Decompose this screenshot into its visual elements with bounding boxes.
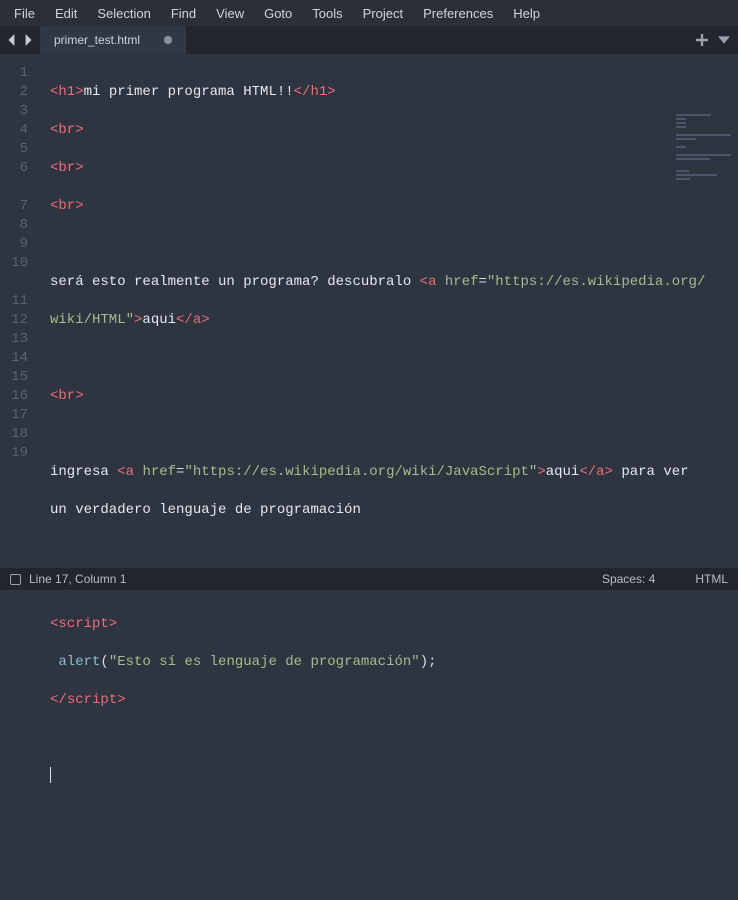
- menu-project[interactable]: Project: [355, 3, 411, 24]
- line-number: 4: [0, 121, 38, 140]
- code-token: href: [142, 464, 176, 480]
- code-token: aqui: [546, 464, 580, 480]
- line-number: [0, 273, 38, 292]
- status-bar: Line 17, Column 1 Spaces: 4 HTML: [0, 568, 738, 590]
- line-number: 5: [0, 140, 38, 159]
- code-token: =: [479, 274, 487, 290]
- code-token: "Esto sí es lenguaje de programación": [109, 654, 420, 670]
- code-token: <br>: [50, 198, 84, 214]
- line-number: 9: [0, 235, 38, 254]
- code-token: <a: [420, 274, 445, 290]
- code-content[interactable]: <h1>mi primer programa HTML!!</h1> <br> …: [38, 54, 738, 568]
- line-number: 6: [0, 159, 38, 178]
- history-forward-icon[interactable]: [22, 34, 34, 46]
- status-language[interactable]: HTML: [695, 572, 728, 586]
- menu-bar: File Edit Selection Find View Goto Tools…: [0, 0, 738, 26]
- code-token: para ver: [613, 464, 689, 480]
- code-token: </h1>: [294, 84, 336, 100]
- menu-edit[interactable]: Edit: [47, 3, 85, 24]
- minimap[interactable]: [676, 114, 734, 224]
- editor-area[interactable]: 1 2 3 4 5 6 7 8 9 10 11 12 13 14 15 16 1…: [0, 54, 738, 568]
- dirty-indicator-icon: [164, 36, 172, 44]
- code-token: (: [100, 654, 108, 670]
- status-cursor-position[interactable]: Line 17, Column 1: [29, 572, 126, 586]
- menu-tools[interactable]: Tools: [304, 3, 350, 24]
- menu-selection[interactable]: Selection: [89, 3, 158, 24]
- code-token: >: [537, 464, 545, 480]
- code-token: mi primer programa HTML!!: [84, 84, 294, 100]
- history-back-icon[interactable]: [6, 34, 18, 46]
- code-token: aqui: [142, 312, 176, 328]
- tab-filename: primer_test.html: [54, 33, 140, 47]
- menu-preferences[interactable]: Preferences: [415, 3, 501, 24]
- code-token: <br>: [50, 122, 84, 138]
- code-token: un verdadero lenguaje de programación: [50, 502, 361, 518]
- line-number: 15: [0, 368, 38, 387]
- menu-goto[interactable]: Goto: [256, 3, 300, 24]
- line-number: 14: [0, 349, 38, 368]
- file-tab[interactable]: primer_test.html: [40, 26, 186, 54]
- line-number: 3: [0, 102, 38, 121]
- code-token: </: [50, 692, 67, 708]
- code-token: [50, 654, 58, 670]
- line-number: 10: [0, 254, 38, 273]
- code-token: <h1>: [50, 84, 84, 100]
- line-number: 12: [0, 311, 38, 330]
- line-number: 17: [0, 406, 38, 425]
- code-token: );: [420, 654, 437, 670]
- line-number: 7: [0, 197, 38, 216]
- code-token: será esto realmente un programa? descubr…: [50, 274, 420, 290]
- line-number: 11: [0, 292, 38, 311]
- menu-help[interactable]: Help: [505, 3, 548, 24]
- line-number: 2: [0, 83, 38, 102]
- new-tab-icon[interactable]: [696, 34, 708, 46]
- panel-toggle-icon[interactable]: [10, 574, 21, 585]
- line-number: 16: [0, 387, 38, 406]
- code-token: href: [445, 274, 479, 290]
- line-number: [0, 178, 38, 197]
- code-token: script: [67, 692, 117, 708]
- line-number: 8: [0, 216, 38, 235]
- code-token: "https://es.wikipedia.org/wiki/JavaScrip…: [184, 464, 537, 480]
- tab-dropdown-icon[interactable]: [718, 34, 730, 46]
- line-number: 19: [0, 444, 38, 463]
- code-token: <br>: [50, 160, 84, 176]
- line-number: 18: [0, 425, 38, 444]
- text-cursor: [50, 767, 51, 783]
- code-token: </a>: [176, 312, 210, 328]
- line-number: 13: [0, 330, 38, 349]
- code-token: wiki/HTML": [50, 312, 134, 328]
- nav-arrows: [0, 34, 40, 46]
- status-indent[interactable]: Spaces: 4: [602, 572, 655, 586]
- code-token: <script>: [50, 616, 117, 632]
- code-token: </a>: [579, 464, 613, 480]
- code-token: ingresa: [50, 464, 117, 480]
- tab-bar: primer_test.html: [0, 26, 738, 54]
- code-token: alert: [58, 654, 100, 670]
- menu-file[interactable]: File: [6, 3, 43, 24]
- line-number: 1: [0, 64, 38, 83]
- code-token: >: [117, 692, 125, 708]
- code-token: <a: [117, 464, 142, 480]
- menu-view[interactable]: View: [208, 3, 252, 24]
- menu-find[interactable]: Find: [163, 3, 204, 24]
- code-token: <br>: [50, 388, 84, 404]
- line-gutter: 1 2 3 4 5 6 7 8 9 10 11 12 13 14 15 16 1…: [0, 54, 38, 568]
- code-token: "https://es.wikipedia.org/: [487, 274, 705, 290]
